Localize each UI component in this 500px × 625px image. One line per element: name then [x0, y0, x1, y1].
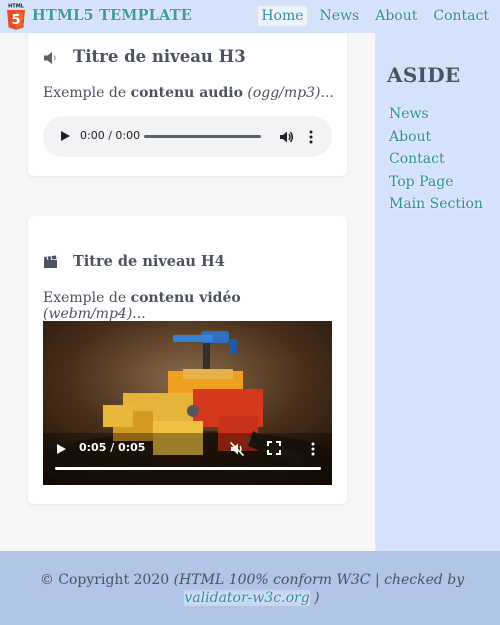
speaker-icon [43, 50, 59, 64]
video-time: 0:05 / 0:05 [79, 441, 146, 454]
aside-item: News [388, 103, 484, 126]
more-options-icon[interactable] [307, 129, 315, 145]
video-more-options-icon[interactable] [310, 441, 316, 457]
audio-player[interactable]: 0:00 / 0:00 [43, 116, 332, 157]
aside-item: Contact [388, 148, 484, 171]
aside-item: About [388, 126, 484, 149]
video-play-icon[interactable] [57, 444, 66, 454]
nav-contact-link[interactable]: Contact [430, 6, 492, 26]
svg-text:HTML: HTML [8, 4, 25, 10]
audio-time: 0:00 / 0:00 [80, 129, 141, 142]
main-nav: Home News About Contact [258, 6, 492, 26]
footer-text: © Copyright 2020 (HTML 100% conform W3C … [39, 572, 465, 606]
aside-link-main-section[interactable]: Main Section [388, 196, 484, 212]
audio-desc-bold: contenu audio [130, 85, 243, 101]
muted-volume-icon[interactable] [229, 441, 245, 457]
aside-link-list: News About Contact Top Page Main Section [388, 103, 484, 216]
copyright-text: © Copyright 2020 [39, 572, 170, 588]
nav-news-link[interactable]: News [317, 6, 363, 26]
aside-link-about[interactable]: About [388, 129, 432, 145]
aside-link-contact[interactable]: Contact [388, 151, 446, 167]
fullscreen-icon[interactable] [267, 441, 281, 455]
video-heading-text: Titre de niveau H4 [73, 253, 225, 270]
audio-seek-bar[interactable] [144, 135, 261, 138]
audio-heading: Titre de niveau H3 [43, 47, 246, 66]
volume-icon[interactable] [278, 129, 294, 145]
html5-logo-icon[interactable]: HTML 5 [6, 2, 26, 30]
aside-item: Main Section [388, 193, 484, 216]
video-description: Exemple de contenu vidéo (webm/mp4)... [43, 290, 241, 322]
play-icon[interactable] [61, 131, 70, 141]
video-desc-italic: (webm/mp4) [43, 306, 133, 322]
aside-title: ASIDE [387, 63, 461, 87]
aside-panel: ASIDE News About Contact Top Page Main S… [375, 33, 500, 551]
video-heading: Titre de niveau H4 [43, 253, 225, 270]
site-title[interactable]: HTML5 TEMPLATE [32, 7, 192, 24]
video-player[interactable]: 0:05 / 0:05 [43, 321, 332, 485]
nav-about-link[interactable]: About [372, 6, 420, 26]
svg-text:5: 5 [11, 13, 20, 28]
footer-note: (HTML 100% conform W3C | checked by [173, 572, 465, 588]
video-desc-bold: contenu vidéo [130, 290, 241, 306]
validator-link[interactable]: validator-w3c.org [184, 590, 310, 606]
audio-desc-italic: (ogg/mp3) [247, 85, 321, 101]
audio-description: Exemple de contenu audio (ogg/mp3)... [43, 85, 334, 101]
video-seek-bar[interactable] [55, 467, 321, 470]
audio-article: Titre de niveau H3 Exemple de contenu au… [28, 33, 347, 176]
top-header: HTML 5 HTML5 TEMPLATE Home News About Co… [0, 0, 500, 33]
video-controls: 0:05 / 0:05 [43, 429, 332, 485]
clapperboard-icon [43, 255, 59, 269]
page-footer: © Copyright 2020 (HTML 100% conform W3C … [0, 551, 500, 625]
nav-home-link[interactable]: Home [258, 6, 307, 26]
aside-link-top-page[interactable]: Top Page [388, 174, 454, 190]
aside-link-news[interactable]: News [388, 106, 430, 122]
aside-item: Top Page [388, 171, 484, 194]
video-article: Titre de niveau H4 Exemple de contenu vi… [28, 216, 347, 504]
audio-heading-text: Titre de niveau H3 [73, 47, 246, 66]
